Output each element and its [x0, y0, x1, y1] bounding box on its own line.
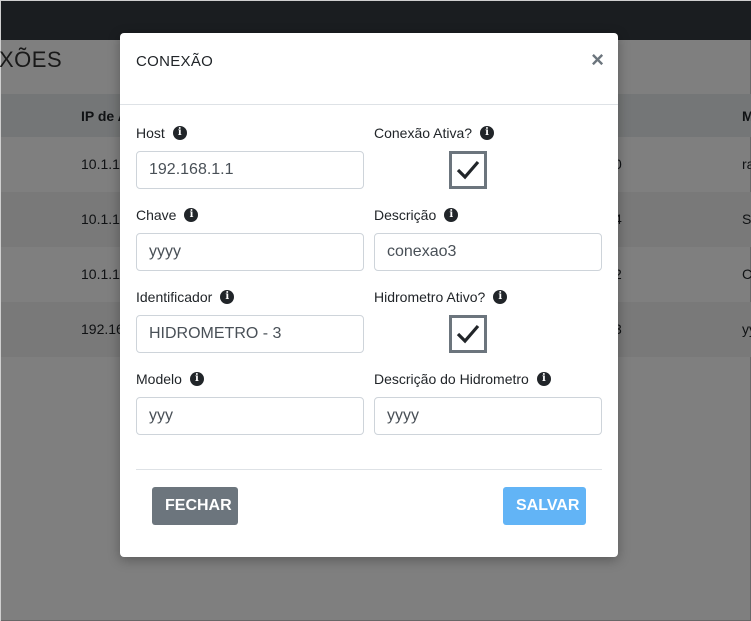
description-label-row: Descrição i: [374, 205, 602, 225]
connection-active-label-row: Conexão Ativa? i: [374, 123, 602, 143]
identifier-input[interactable]: [136, 315, 364, 353]
key-label: Chave: [136, 207, 177, 223]
identifier-label: Identificador: [136, 289, 213, 305]
description-label: Descrição: [374, 207, 437, 223]
close-icon[interactable]: ×: [591, 49, 604, 71]
close-button[interactable]: FECHAR: [152, 487, 238, 525]
info-icon[interactable]: i: [493, 290, 508, 304]
model-label-row: Modelo i: [136, 369, 364, 389]
host-label-row: Host i: [136, 123, 364, 143]
connection-active-label: Conexão Ativa?: [374, 125, 473, 141]
info-icon[interactable]: i: [536, 372, 551, 386]
key-field-group: Chave i: [136, 205, 364, 271]
meter-description-input[interactable]: [374, 397, 602, 435]
meter-active-checkbox[interactable]: [449, 315, 487, 353]
check-icon: [456, 160, 480, 180]
key-input[interactable]: [136, 233, 364, 271]
model-label: Modelo: [136, 371, 182, 387]
model-input[interactable]: [136, 397, 364, 435]
meter-description-label-row: Descrição do Hidrometro i: [374, 369, 602, 389]
info-icon[interactable]: i: [220, 290, 235, 304]
key-label-row: Chave i: [136, 205, 364, 225]
description-field-group: Descrição i: [374, 205, 602, 271]
check-icon: [456, 324, 480, 344]
modal-header: CONEXÃO ×: [120, 33, 618, 105]
identifier-label-row: Identificador i: [136, 287, 364, 307]
meter-active-field-group: Hidrometro Ativo? i: [374, 287, 602, 353]
connection-active-field-group: Conexão Ativa? i: [374, 123, 602, 189]
info-icon[interactable]: i: [184, 208, 199, 222]
meter-description-field-group: Descrição do Hidrometro i: [374, 369, 602, 435]
model-field-group: Modelo i: [136, 369, 364, 435]
connection-active-checkbox[interactable]: [449, 151, 487, 189]
host-input[interactable]: [136, 151, 364, 189]
identifier-field-group: Identificador i: [136, 287, 364, 353]
info-icon[interactable]: i: [444, 208, 459, 222]
meter-active-label-row: Hidrometro Ativo? i: [374, 287, 602, 307]
save-button[interactable]: SALVAR: [503, 487, 586, 525]
modal-title: CONEXÃO: [136, 53, 214, 70]
description-input[interactable]: [374, 233, 602, 271]
info-icon[interactable]: i: [480, 126, 495, 140]
meter-description-label: Descrição do Hidrometro: [374, 371, 529, 387]
host-label: Host: [136, 125, 165, 141]
connection-modal: CONEXÃO × Host i Conexão Ativa? i Chave …: [120, 33, 618, 557]
meter-active-label: Hidrometro Ativo?: [374, 289, 486, 305]
footer-divider: [136, 469, 602, 470]
host-field-group: Host i: [136, 123, 364, 189]
info-icon[interactable]: i: [189, 372, 204, 386]
info-icon[interactable]: i: [172, 126, 187, 140]
